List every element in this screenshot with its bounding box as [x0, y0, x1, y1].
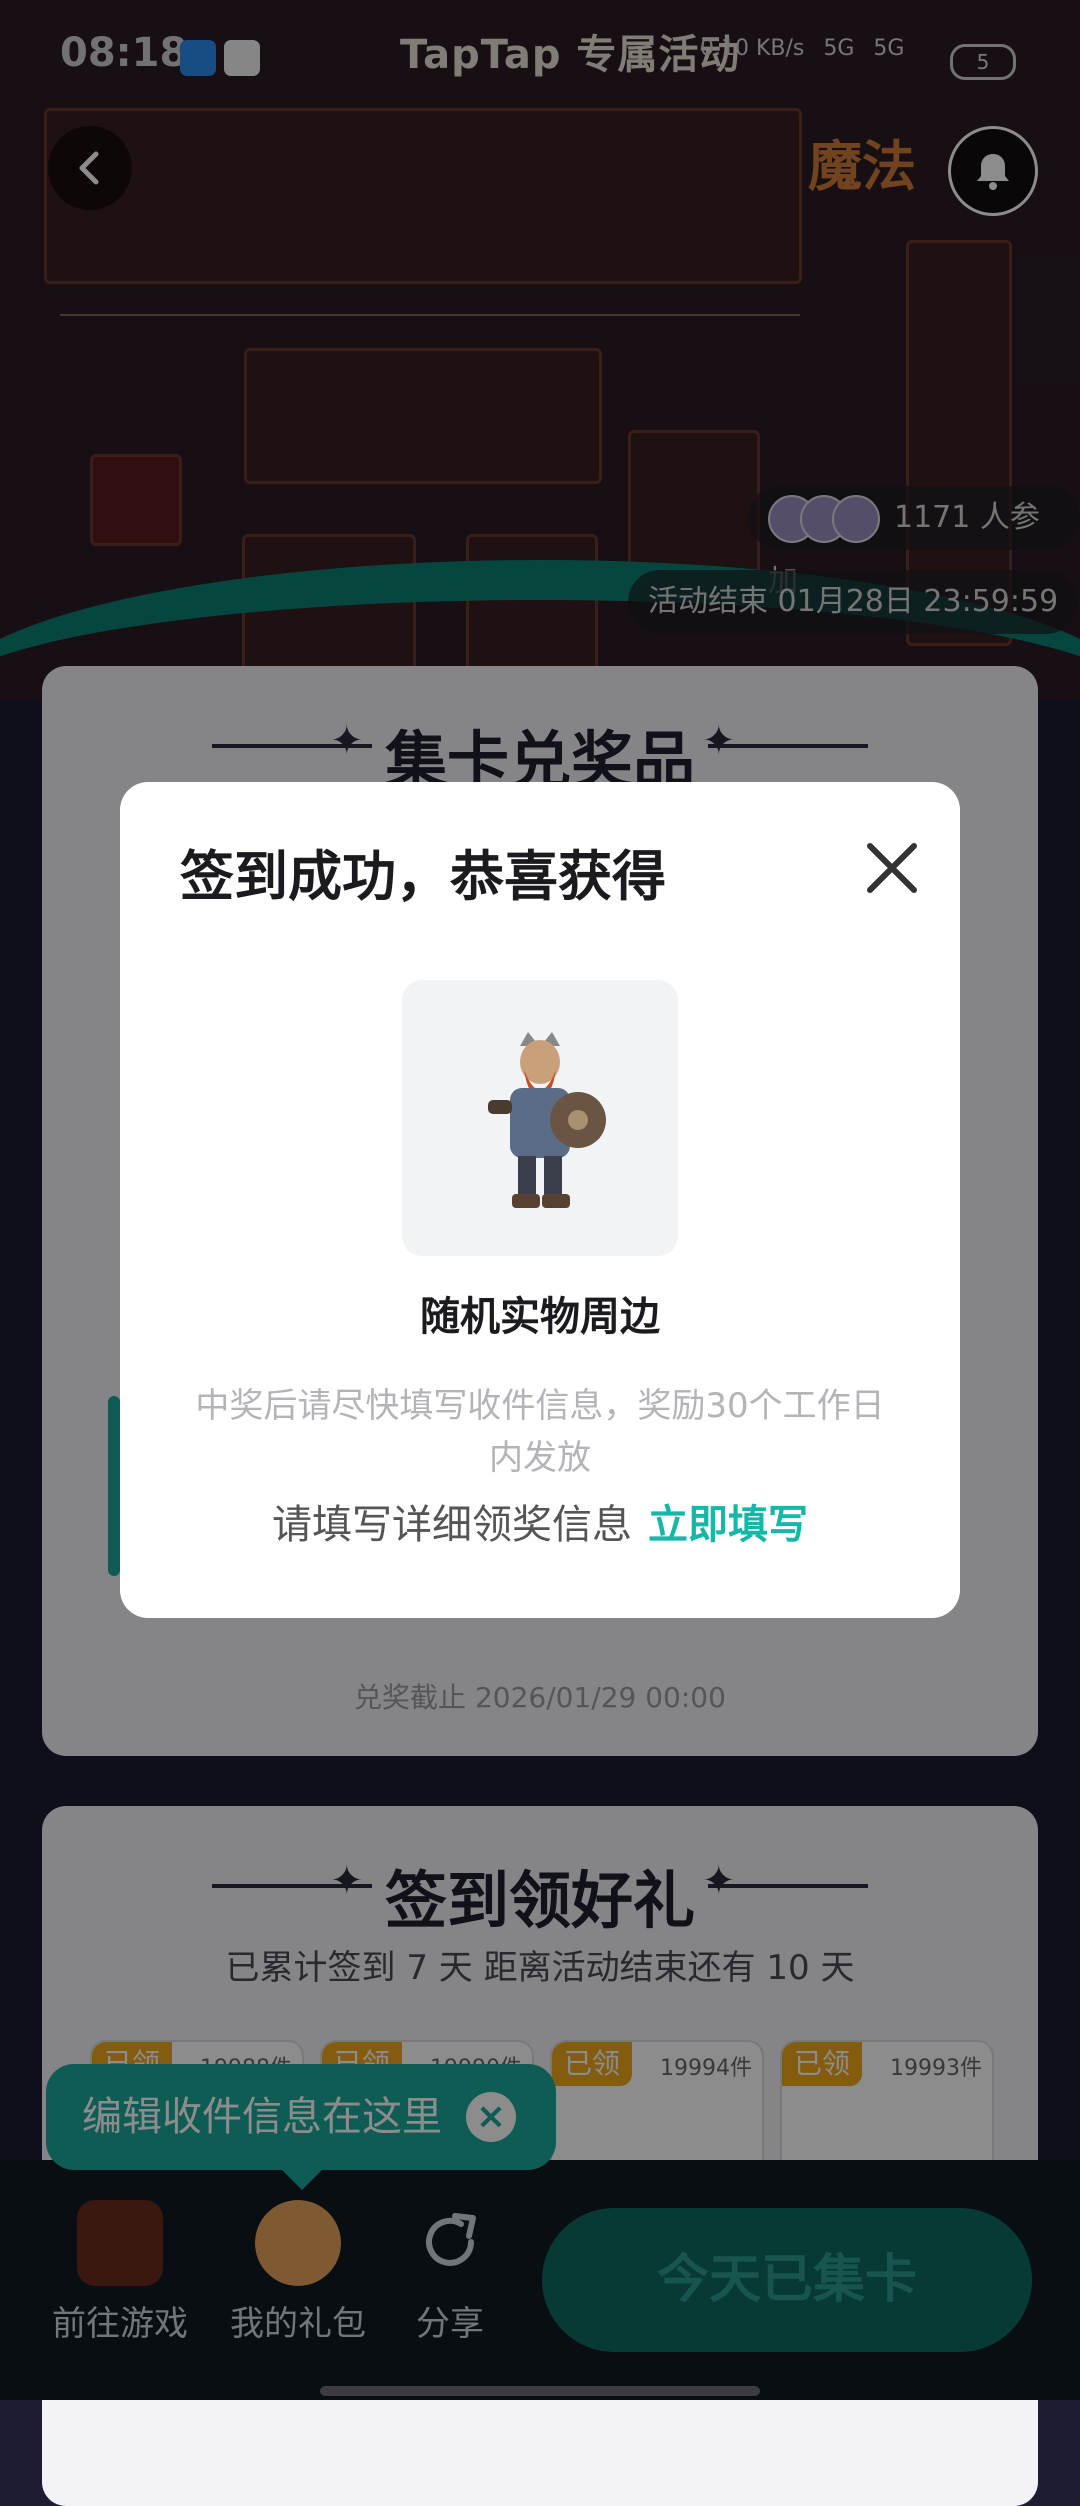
close-icon: [867, 843, 917, 893]
prize-image: [402, 980, 678, 1256]
prize-note: 中奖后请尽快填写收件信息，奖励30个工作日内发放: [195, 1386, 885, 1478]
fill-info-prompt: 请填写详细领奖信息: [272, 1502, 632, 1548]
fill-now-link[interactable]: 立即填写: [648, 1502, 808, 1548]
prize-name: 随机实物周边: [420, 1294, 660, 1340]
fill-info-row: 请填写详细领奖信息 立即填写: [120, 1492, 960, 1550]
close-button[interactable]: [862, 838, 922, 898]
dialog-title: 签到成功，恭喜获得: [180, 845, 666, 908]
reward-dialog: 签到成功，恭喜获得 随机实物周边 中奖后请尽快填写收件信息，奖励30个工作日内发…: [120, 782, 960, 1618]
warrior-figure-icon: [488, 1032, 606, 1208]
